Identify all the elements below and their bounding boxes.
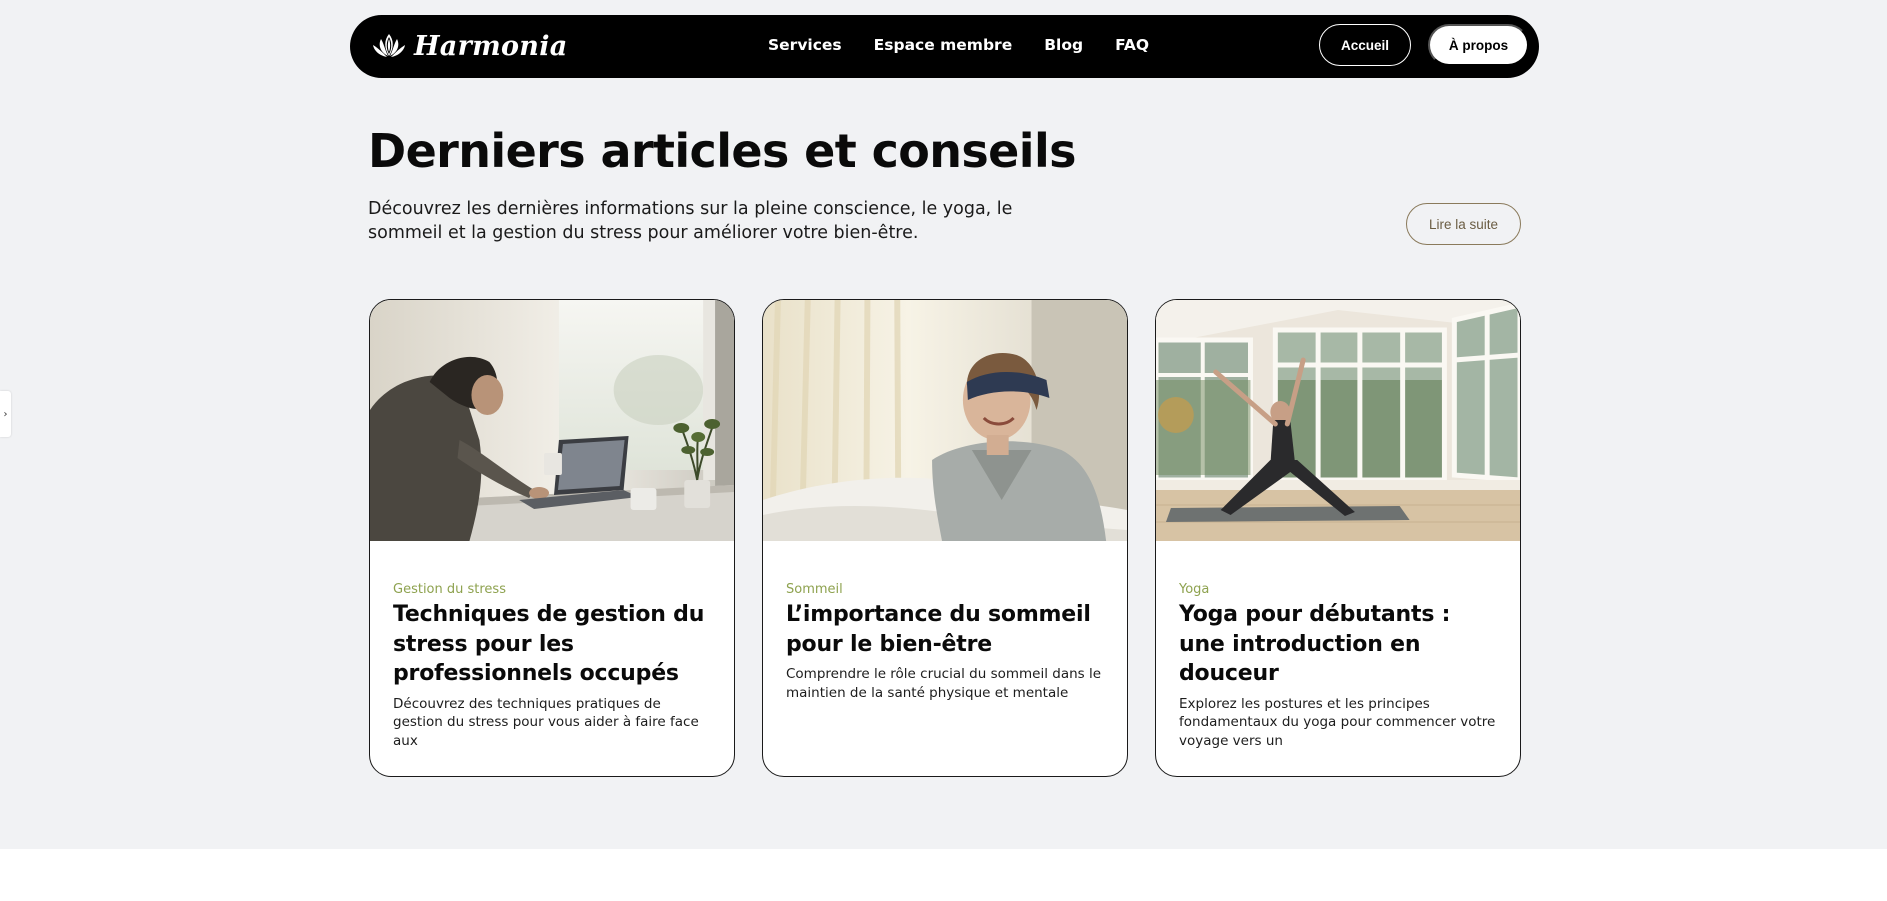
accueil-button[interactable]: Accueil xyxy=(1319,24,1411,66)
article-body: Gestion du stress Techniques de gestion … xyxy=(393,582,712,750)
article-card-yoga[interactable]: Yoga Yoga pour débutants : une introduct… xyxy=(1155,299,1521,777)
article-title[interactable]: Yoga pour débutants : une introduction e… xyxy=(1179,600,1498,689)
article-category[interactable]: Sommeil xyxy=(786,582,1105,597)
main-menu: Services Espace membre Blog FAQ xyxy=(768,36,1181,54)
article-card-sommeil[interactable]: Sommeil L’importance du sommeil pour le … xyxy=(762,299,1128,777)
article-image-stress xyxy=(370,300,734,541)
brand-name: Harmonia xyxy=(414,30,568,62)
read-more-button[interactable]: Lire la suite xyxy=(1406,203,1521,245)
side-panel-toggle[interactable]: › xyxy=(0,391,11,437)
article-image-yoga xyxy=(1156,300,1520,541)
article-body: Yoga Yoga pour débutants : une introduct… xyxy=(1179,582,1498,750)
article-title[interactable]: Techniques de gestion du stress pour les… xyxy=(393,600,712,689)
nav-link-blog[interactable]: Blog xyxy=(1044,36,1083,54)
nav-link-espace-membre[interactable]: Espace membre xyxy=(874,36,1013,54)
lotus-icon xyxy=(373,34,405,57)
article-excerpt: Découvrez des techniques pratiques de ge… xyxy=(393,695,699,749)
nav-link-services[interactable]: Services xyxy=(768,36,842,54)
article-title[interactable]: L’importance du sommeil pour le bien-êtr… xyxy=(786,600,1105,659)
section-intro: Découvrez les dernières informations sur… xyxy=(368,199,1013,243)
article-category[interactable]: Gestion du stress xyxy=(393,582,712,597)
article-image-sommeil xyxy=(763,300,1127,541)
brand-logo[interactable]: Harmonia xyxy=(370,30,568,62)
article-body: Sommeil L’importance du sommeil pour le … xyxy=(786,582,1105,702)
article-card-stress[interactable]: Gestion du stress Techniques de gestion … xyxy=(369,299,735,777)
chevron-right-icon: › xyxy=(3,408,8,420)
article-category[interactable]: Yoga xyxy=(1179,582,1498,597)
article-excerpt: Explorez les postures et les principes f… xyxy=(1179,695,1496,749)
article-excerpt: Comprendre le rôle crucial du sommeil da… xyxy=(786,666,1102,701)
section-title: Derniers articles et conseils xyxy=(368,124,1076,178)
top-navbar: Harmonia Services Espace membre Blog FAQ… xyxy=(350,15,1539,78)
nav-link-faq[interactable]: FAQ xyxy=(1115,36,1149,54)
a-propos-button[interactable]: À propos xyxy=(1428,24,1529,66)
